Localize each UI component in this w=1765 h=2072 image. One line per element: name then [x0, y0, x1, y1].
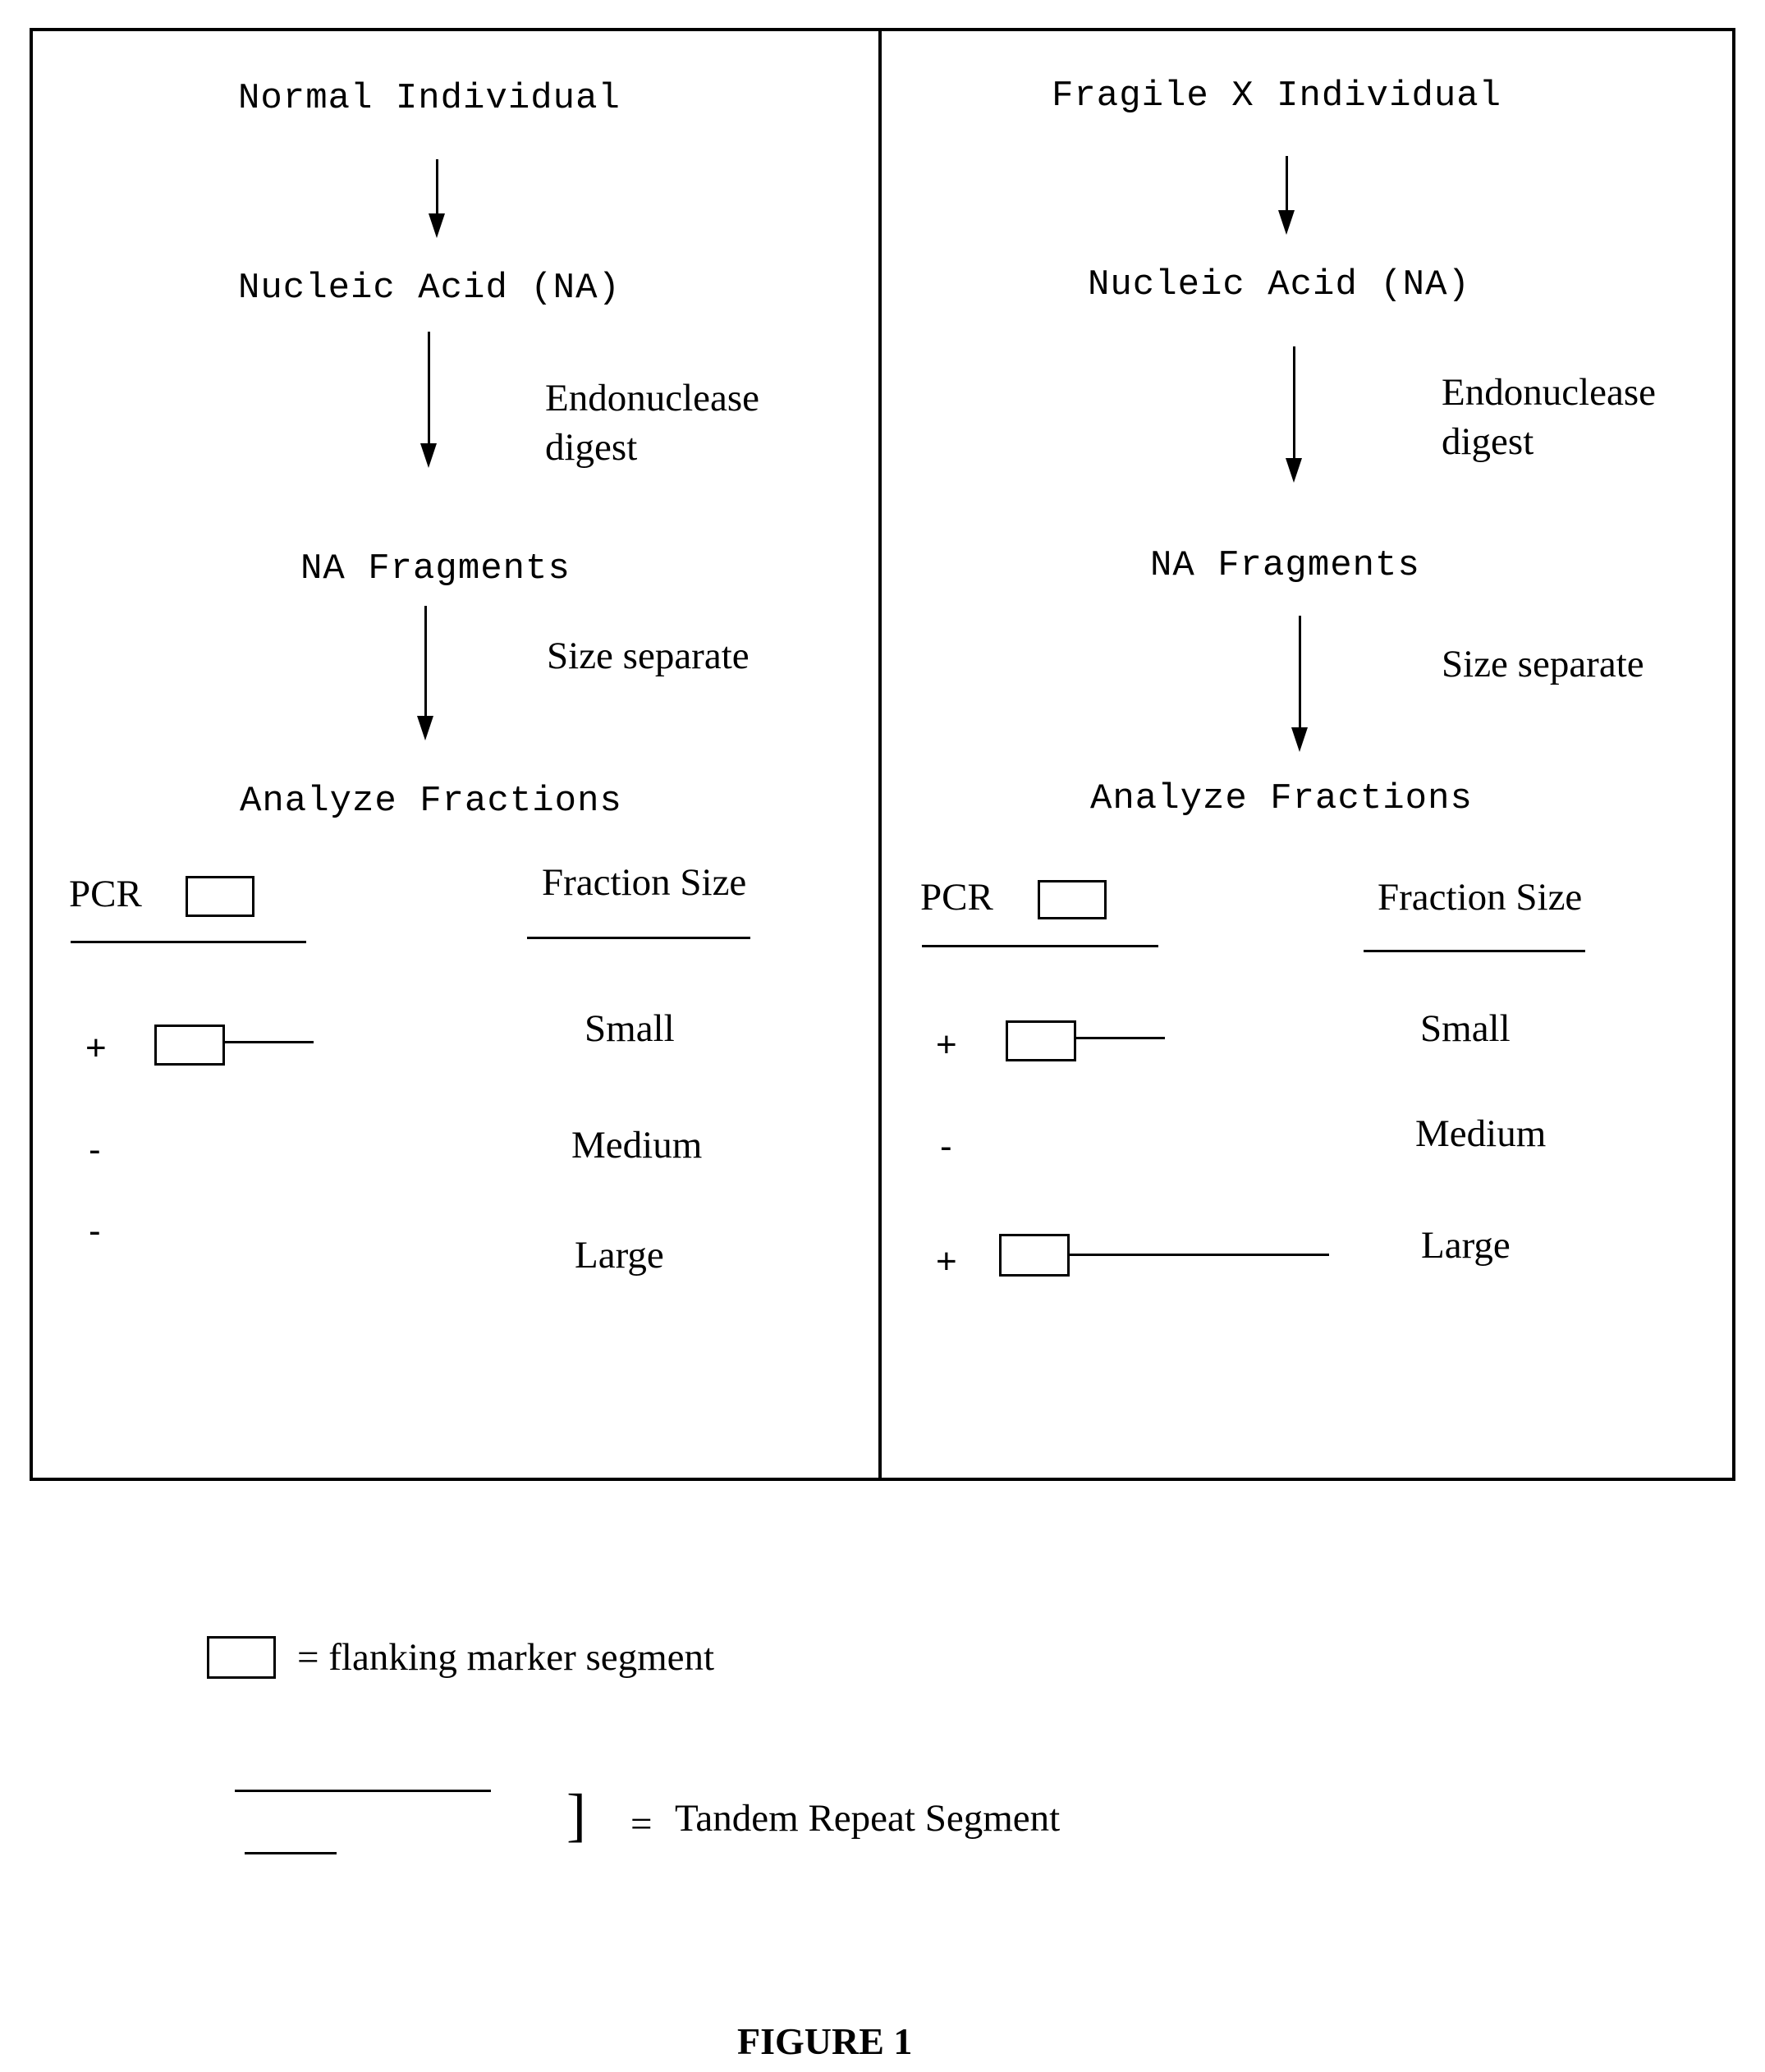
fraction-size: Medium: [571, 1124, 703, 1167]
legend-label-flanking: = flanking marker segment: [297, 1636, 715, 1679]
flanking-marker-icon: [186, 876, 254, 917]
pcr-header: PCR: [69, 873, 142, 915]
arrow-down-icon: [417, 606, 433, 740]
header-underline: [527, 937, 750, 939]
arrow-label-digest: Endonuclease digest: [1442, 371, 1657, 463]
header-underline: [71, 941, 306, 943]
tandem-repeat-long: [1070, 1254, 1329, 1256]
pcr-result: +: [936, 1025, 957, 1065]
arrow-label-separate: Size separate: [1442, 643, 1644, 685]
flanking-marker-icon: [1006, 1020, 1076, 1061]
pcr-result: +: [936, 1241, 957, 1281]
flanking-marker-icon: [207, 1636, 276, 1679]
bracket-icon: ]: [566, 1782, 586, 1848]
fraction-size: Small: [585, 1007, 675, 1050]
fraction-size: Large: [575, 1234, 664, 1277]
arrow-down-icon: [1291, 616, 1308, 752]
arrow-down-icon: [420, 332, 437, 468]
flanking-marker-icon: [154, 1025, 225, 1066]
step-na-fragments: NA Fragments: [300, 548, 571, 589]
arrow-down-icon: [1278, 156, 1295, 235]
pcr-result: -: [89, 1211, 101, 1251]
pcr-header: PCR: [920, 876, 993, 919]
fraction-size: Medium: [1415, 1112, 1547, 1155]
legend-label-tandem-repeat: Tandem Repeat Segment: [675, 1797, 1061, 1840]
pcr-result: +: [85, 1028, 107, 1068]
fraction-size: Small: [1420, 1007, 1511, 1050]
fraction-size-header: Fraction Size: [542, 861, 747, 904]
step-nucleic-acid: Nucleic Acid (NA): [1088, 264, 1470, 305]
step-na-fragments: NA Fragments: [1150, 545, 1420, 586]
figure-caption: FIGURE 1: [737, 2020, 913, 2062]
flanking-marker-icon: [1038, 880, 1107, 919]
fraction-size: Large: [1421, 1224, 1511, 1267]
step-analyze-fractions: Analyze Fractions: [240, 781, 622, 822]
arrow-label-separate: Size separate: [547, 635, 750, 677]
step-nucleic-acid: Nucleic Acid (NA): [238, 268, 621, 309]
tandem-repeat-short: [1076, 1037, 1165, 1039]
panel-title: Normal Individual: [238, 78, 621, 119]
header-underline: [1364, 950, 1585, 952]
step-analyze-fractions: Analyze Fractions: [1090, 778, 1473, 819]
panel-divider: [878, 28, 882, 1481]
arrow-down-icon: [1286, 346, 1302, 483]
arrow-down-icon: [429, 159, 445, 238]
fraction-size-header: Fraction Size: [1378, 876, 1583, 919]
pcr-result: -: [89, 1130, 101, 1170]
flanking-marker-icon: [999, 1234, 1070, 1277]
tandem-repeat-short-icon: [245, 1852, 337, 1854]
header-underline: [922, 945, 1158, 947]
tandem-repeat-short: [225, 1041, 314, 1043]
panel-title: Fragile X Individual: [1052, 76, 1502, 117]
tandem-repeat-long-icon: [235, 1790, 491, 1792]
arrow-label-digest: Endonuclease digest: [545, 377, 760, 469]
pcr-result: -: [940, 1126, 952, 1167]
legend-equals: =: [630, 1803, 653, 1845]
